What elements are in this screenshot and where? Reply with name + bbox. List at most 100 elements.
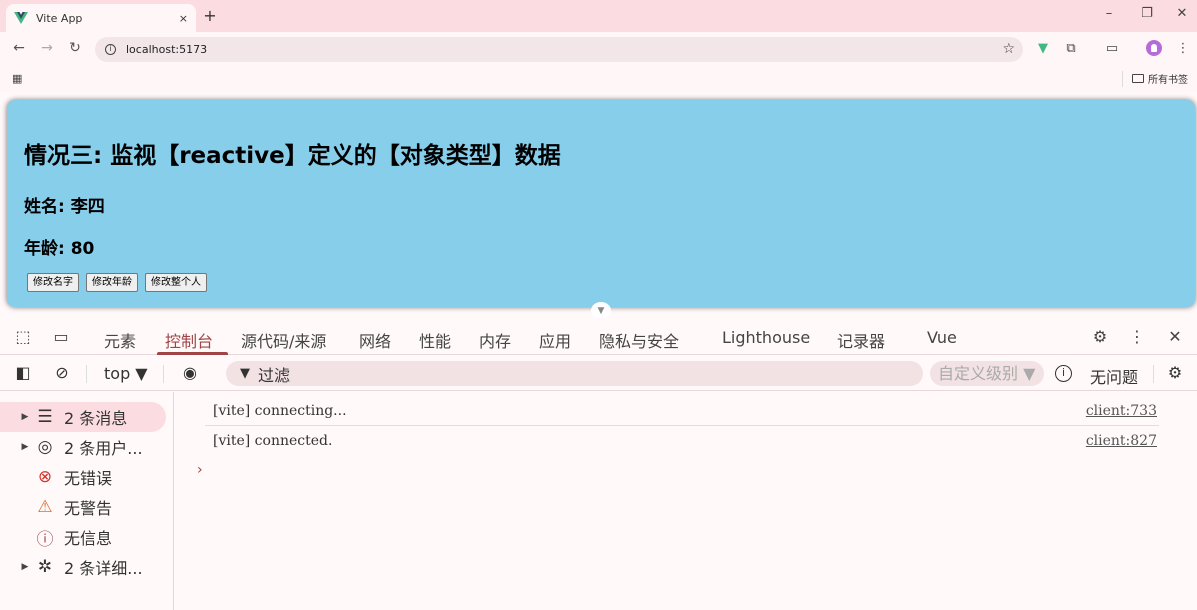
sidebar-item-label: 2 条用户... <box>64 439 143 458</box>
button-row: 修改名字 修改年龄 修改整个人 <box>27 273 207 292</box>
toolbar-separator <box>163 365 164 383</box>
expand-triangle-icon[interactable]: ▶ <box>18 412 32 422</box>
restore-icon[interactable]: ❐ <box>1138 6 1156 21</box>
sidebar-item-label: 无错误 <box>64 469 113 488</box>
address-text: localhost:5173 <box>126 43 208 56</box>
error-icon: ⊗ <box>37 467 53 487</box>
sidebar-item-errors[interactable]: ⊗ 无错误 <box>0 462 174 492</box>
sidebar-item-label: 2 条消息 <box>64 409 128 428</box>
reload-icon[interactable]: ↻ <box>67 40 83 56</box>
tab-title: Vite App <box>36 11 83 25</box>
all-bookmarks-button[interactable]: 所有书签 <box>1132 71 1188 86</box>
expand-triangle-icon[interactable]: ▶ <box>18 442 32 452</box>
clear-console-icon[interactable]: ⊘ <box>52 363 72 382</box>
vue-favicon-icon <box>14 12 28 24</box>
tab-sources[interactable]: 源代码/来源 <box>241 328 326 352</box>
device-toolbar-icon[interactable]: ▭ <box>51 327 71 346</box>
toolbar-separator <box>86 365 87 383</box>
browser-toolbar: ← → ↻ i localhost:5173 ☆ ▼ ⧉ ▭ ⋮ <box>0 32 1197 66</box>
person-card: 情况三: 监视【reactive】定义的【对象类型】数据 姓名: 李四 年龄: … <box>7 100 1195 307</box>
console-output: [vite] connecting... client:733 [vite] c… <box>175 392 1197 610</box>
devtools-resize-handle[interactable]: ▼ <box>591 302 611 319</box>
folder-icon <box>1132 74 1144 83</box>
bug-icon: ✲ <box>37 557 53 577</box>
bookmark-star-icon[interactable]: ☆ <box>1002 41 1015 57</box>
page-viewport: 情况三: 监视【reactive】定义的【对象类型】数据 姓名: 李四 年龄: … <box>0 92 1197 316</box>
devtools-close-icon[interactable]: ✕ <box>1165 327 1185 346</box>
person-name: 姓名: 李四 <box>24 197 105 217</box>
sidebar-item-label: 2 条详细... <box>64 559 143 578</box>
tab-console[interactable]: 控制台 <box>165 328 213 352</box>
sidebar-item-warnings[interactable]: ⚠ 无警告 <box>0 492 174 522</box>
log-source-link[interactable]: client:733 <box>1086 398 1157 424</box>
devtools-tabbar: ⬚ ▭ 元素 控制台 源代码/来源 网络 性能 内存 应用 隐私与安全 Ligh… <box>0 318 1197 355</box>
tab-recorder[interactable]: 记录器 <box>837 328 885 352</box>
filter-funnel-icon: ▼ <box>240 366 250 381</box>
sidebar-item-info[interactable]: ⓘ 无信息 <box>0 522 174 552</box>
tab-network[interactable]: 网络 <box>359 328 391 352</box>
bookmarks-bar: ▦ 所有书签 <box>0 66 1197 92</box>
issues-info-icon[interactable]: i <box>1055 365 1072 382</box>
expand-triangle-icon[interactable]: ▶ <box>18 562 32 572</box>
devtools-panel: ⬚ ▭ 元素 控制台 源代码/来源 网络 性能 内存 应用 隐私与安全 Ligh… <box>0 318 1197 610</box>
info-icon: ⓘ <box>36 529 54 550</box>
active-tab-indicator <box>157 352 228 355</box>
change-age-button[interactable]: 修改年龄 <box>86 273 138 292</box>
address-bar[interactable]: i localhost:5173 ☆ <box>95 37 1023 62</box>
sidebar-item-messages[interactable]: ▶ ☰ 2 条消息 <box>0 402 166 432</box>
sidebar-item-label: 无警告 <box>64 499 113 518</box>
more-menu-icon[interactable]: ⋮ <box>1175 41 1191 56</box>
tab-close-icon[interactable]: × <box>179 12 188 25</box>
warning-icon: ⚠ <box>37 497 53 517</box>
console-settings-gear-icon[interactable]: ⚙ <box>1165 363 1185 382</box>
page-title: 情况三: 监视【reactive】定义的【对象类型】数据 <box>24 143 561 169</box>
profile-avatar[interactable] <box>1146 40 1162 56</box>
new-tab-icon[interactable]: + <box>202 6 218 25</box>
issues-label[interactable]: 无问题 <box>1090 364 1138 388</box>
browser-tab[interactable]: Vite App × <box>6 4 196 32</box>
settings-gear-icon[interactable]: ⚙ <box>1090 327 1110 346</box>
console-log-row: [vite] connected. client:827 <box>205 426 1159 456</box>
inspect-element-icon[interactable]: ⬚ <box>13 327 33 346</box>
list-icon: ☰ <box>37 407 53 427</box>
tab-elements[interactable]: 元素 <box>104 328 136 352</box>
change-person-button[interactable]: 修改整个人 <box>145 273 207 292</box>
tab-vue[interactable]: Vue <box>927 328 957 347</box>
log-levels-dropdown[interactable]: 自定义级别 ▼ <box>930 361 1044 386</box>
log-source-link[interactable]: client:827 <box>1086 428 1157 454</box>
all-bookmarks-label: 所有书签 <box>1148 75 1188 86</box>
apps-grid-icon[interactable]: ▦ <box>12 72 22 85</box>
sidebar-item-verbose[interactable]: ▶ ✲ 2 条详细... <box>0 552 174 582</box>
tab-memory[interactable]: 内存 <box>479 328 511 352</box>
console-toolbar: ◧ ⊘ top ▼ ◉ ▼ 过滤 自定义级别 ▼ i 无问题 ⚙ <box>0 356 1197 391</box>
devtools-more-icon[interactable]: ⋮ <box>1127 327 1147 346</box>
console-sidebar: ▶ ☰ 2 条消息 ▶ ◎ 2 条用户... ⊗ 无错误 ⚠ 无警告 ⓘ 无信息… <box>0 392 174 610</box>
live-expression-eye-icon[interactable]: ◉ <box>180 363 200 382</box>
bookmarks-separator <box>1122 71 1123 87</box>
browser-tabstrip: Vite App × + – ❐ ✕ <box>0 0 1197 32</box>
filter-placeholder: 过滤 <box>258 365 291 385</box>
vue-devtools-extension-icon[interactable]: ▼ <box>1035 41 1051 56</box>
tab-application[interactable]: 应用 <box>539 328 571 352</box>
site-info-icon[interactable]: i <box>105 44 116 55</box>
back-icon[interactable]: ← <box>11 40 27 56</box>
tab-lighthouse[interactable]: Lighthouse <box>722 328 810 347</box>
change-name-button[interactable]: 修改名字 <box>27 273 79 292</box>
cast-icon[interactable]: ▭ <box>1104 41 1120 56</box>
console-prompt-chevron-icon[interactable]: › <box>197 462 203 478</box>
log-message: [vite] connecting... <box>213 403 347 419</box>
console-filter-input[interactable]: ▼ 过滤 <box>226 361 923 386</box>
log-message: [vite] connected. <box>213 433 333 449</box>
forward-icon[interactable]: → <box>39 40 55 56</box>
tab-performance[interactable]: 性能 <box>419 328 451 352</box>
sidebar-toggle-icon[interactable]: ◧ <box>13 363 33 382</box>
extensions-icon[interactable]: ⧉ <box>1063 41 1079 56</box>
tab-privacy-security[interactable]: 隐私与安全 <box>599 328 679 352</box>
context-selector[interactable]: top ▼ <box>104 364 148 383</box>
person-age: 年龄: 80 <box>24 239 95 259</box>
sidebar-item-label: 无信息 <box>64 529 113 548</box>
window-close-icon[interactable]: ✕ <box>1173 6 1191 21</box>
minimize-icon[interactable]: – <box>1100 6 1118 21</box>
sidebar-item-user-messages[interactable]: ▶ ◎ 2 条用户... <box>0 432 174 462</box>
console-log-row: [vite] connecting... client:733 <box>205 396 1159 426</box>
